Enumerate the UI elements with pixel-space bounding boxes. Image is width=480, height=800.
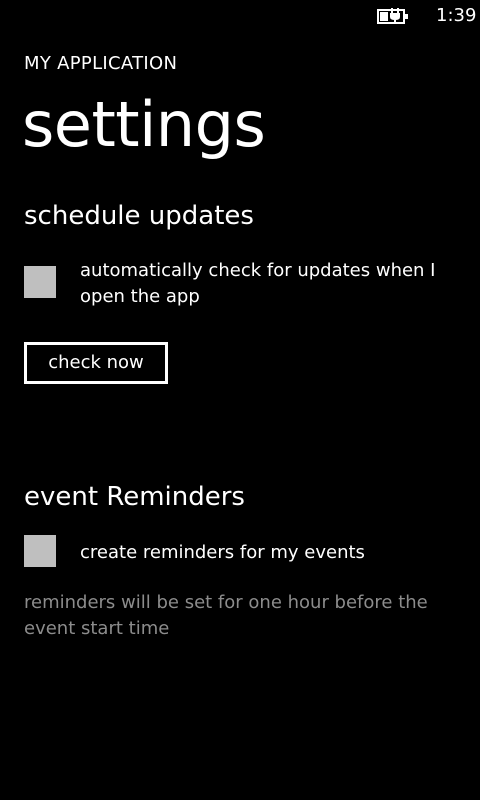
section-title-event-reminders: event Reminders — [24, 482, 245, 512]
auto-check-updates-label[interactable]: automatically check for updates when I o… — [80, 258, 460, 310]
auto-check-updates-checkbox[interactable] — [24, 266, 56, 298]
app-title: MY APPLICATION — [24, 53, 178, 74]
status-bar: 1:39 — [0, 0, 480, 32]
status-time: 1:39 — [436, 5, 477, 26]
battery-charging-icon — [377, 7, 411, 25]
page-title: settings — [22, 88, 266, 161]
reminders-note: reminders will be set for one hour befor… — [24, 592, 428, 639]
create-reminders-label[interactable]: create reminders for my events — [80, 540, 460, 566]
create-reminders-checkbox[interactable] — [24, 535, 56, 567]
section-title-schedule-updates: schedule updates — [24, 201, 254, 231]
check-now-button[interactable]: check now — [24, 342, 168, 384]
